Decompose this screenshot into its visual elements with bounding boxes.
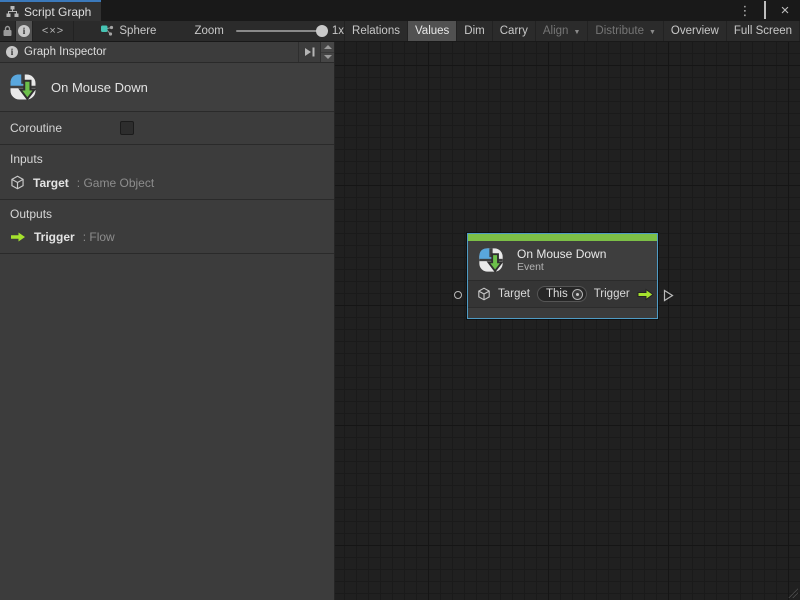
graph-inspector-header: i Graph Inspector [0, 42, 334, 63]
node-port-row: Target This Trigger [468, 280, 657, 307]
toolbar-button-dim[interactable]: Dim [457, 21, 492, 41]
zoom-value: 1x [332, 25, 344, 37]
dock-panel-icon[interactable] [298, 42, 320, 62]
scroll-down-icon[interactable] [321, 52, 334, 63]
trigger-port-label: Trigger [594, 288, 630, 300]
graph-toolbar: i <×> Sphere Zoom 1x Relations Values Di… [0, 21, 800, 42]
resize-grip[interactable] [788, 588, 798, 598]
output-port-definition: Trigger : Flow [10, 230, 324, 244]
panel-scroll-spinner [320, 42, 334, 62]
info-icon: i [18, 25, 30, 37]
graph-inspector-panel: i Graph Inspector [0, 42, 335, 600]
object-picker-icon[interactable] [572, 289, 583, 300]
node-subtitle: Event [517, 261, 606, 273]
event-color-strip [468, 234, 657, 241]
graph-inspector-title: Graph Inspector [24, 46, 106, 58]
title-bar: Script Graph ⋮ × [0, 0, 800, 21]
lock-icon[interactable] [0, 21, 16, 41]
maximize-icon[interactable] [758, 1, 772, 20]
toolbar-button-fullscreen[interactable]: Full Screen [727, 21, 800, 41]
toolbar-button-overview[interactable]: Overview [664, 21, 727, 41]
code-preview-icon[interactable]: <×> [33, 21, 75, 41]
toolbar-button-values[interactable]: Values [408, 21, 457, 41]
outputs-title: Outputs [10, 207, 324, 221]
trigger-flow-port-icon[interactable] [637, 288, 654, 301]
cube-icon [10, 175, 25, 190]
toolbar-button-distribute[interactable]: Distribute ▼ [588, 21, 664, 41]
cube-icon [477, 287, 491, 301]
mouse-down-icon [477, 246, 505, 274]
inputs-section: Inputs Target : Game Object [0, 145, 334, 200]
graph-reference-label: Sphere [119, 25, 156, 37]
unit-header: On Mouse Down [0, 63, 334, 112]
zoom-slider[interactable] [236, 30, 324, 32]
chevron-down-icon: ▼ [573, 29, 580, 36]
graph-hierarchy-icon [6, 5, 19, 18]
on-mouse-down-node[interactable]: On Mouse Down Event Target This Trigger [467, 233, 658, 319]
unit-title: On Mouse Down [51, 80, 148, 95]
flow-arrow-icon [10, 231, 26, 243]
node-header[interactable]: On Mouse Down Event [468, 241, 657, 280]
target-value-field[interactable]: This [537, 286, 587, 302]
scroll-up-icon[interactable] [321, 42, 334, 52]
toolbar-toggle-group: Relations Values Dim Carry Align ▼ Distr… [344, 21, 800, 41]
coroutine-label: Coroutine [10, 121, 62, 135]
zoom-label: Zoom [194, 25, 223, 37]
mouse-down-icon [8, 72, 38, 102]
node-right-relation-port[interactable] [663, 289, 674, 302]
tab-script-graph[interactable]: Script Graph [0, 0, 101, 21]
coroutine-row: Coroutine [0, 112, 334, 145]
graph-reference[interactable]: Sphere [100, 21, 156, 41]
tab-label: Script Graph [24, 5, 91, 19]
zoom-control: Zoom 1x [194, 21, 344, 41]
inspector-empty-area [0, 254, 334, 600]
outputs-section: Outputs Trigger : Flow [0, 200, 334, 254]
toolbar-button-align[interactable]: Align ▼ [536, 21, 589, 41]
close-icon[interactable]: × [778, 1, 792, 20]
toolbar-button-carry[interactable]: Carry [493, 21, 536, 41]
zoom-slider-handle[interactable] [316, 25, 328, 37]
graph-canvas[interactable]: On Mouse Down Event Target This Trigger [335, 42, 800, 600]
inputs-title: Inputs [10, 152, 324, 166]
script-graph-asset-icon [100, 24, 114, 38]
info-icon: i [6, 46, 18, 58]
window-menu-icon[interactable]: ⋮ [738, 1, 752, 20]
coroutine-checkbox[interactable] [120, 121, 134, 135]
inspector-toggle-info-icon[interactable]: i [16, 21, 32, 41]
chevron-down-icon: ▼ [649, 29, 656, 36]
node-title: On Mouse Down [517, 247, 606, 261]
node-left-relation-port[interactable] [454, 291, 462, 299]
input-port-definition: Target : Game Object [10, 175, 324, 190]
node-footer [468, 307, 657, 318]
window-controls: ⋮ × [738, 0, 800, 21]
toolbar-button-relations[interactable]: Relations [344, 21, 408, 41]
target-port-label: Target [498, 288, 530, 300]
